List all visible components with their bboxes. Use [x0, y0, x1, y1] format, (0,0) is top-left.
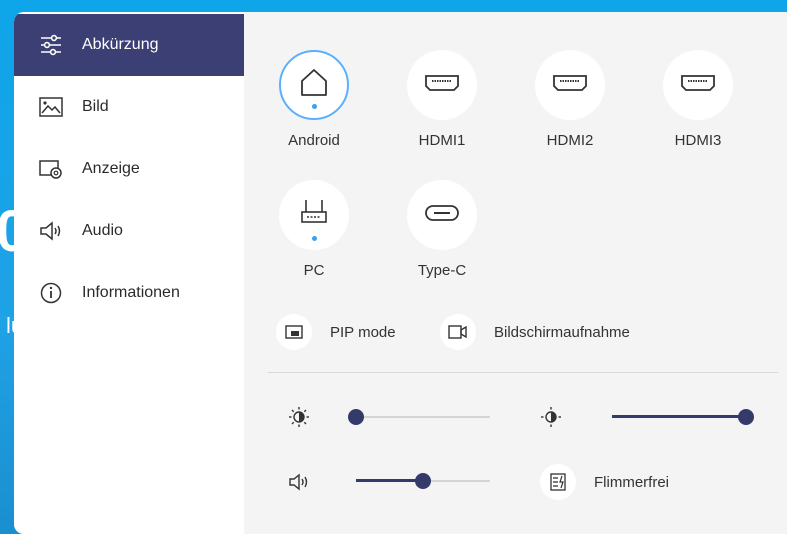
usb-c-icon [424, 204, 460, 227]
slider-thumb[interactable] [415, 473, 431, 489]
source-hdmi3[interactable]: HDMI3 [658, 50, 738, 149]
hdmi-icon [424, 73, 460, 98]
sidebar-item-bild[interactable]: Bild [14, 76, 244, 138]
sidebar-item-label: Anzeige [82, 160, 140, 177]
home-icon [297, 66, 331, 105]
source-button[interactable] [663, 50, 733, 120]
hdmi-icon [680, 73, 716, 98]
sidebar-item-label: Audio [82, 222, 123, 239]
settings-panel: Abkürzung Bild Anzeige Audio Information… [14, 12, 787, 534]
sliders-icon [38, 32, 64, 58]
shortcut-main-area: Android HDMI1 HDMI2 HDMI3 PC Type-C PIP … [244, 12, 787, 534]
sidebar-item-label: Abkürzung [82, 36, 159, 53]
slider-thumb[interactable] [738, 409, 754, 425]
brightness-icon [288, 406, 310, 428]
pip-icon [276, 314, 312, 350]
volume-icon [288, 471, 310, 493]
source-button[interactable] [279, 180, 349, 250]
contrast-icon [540, 406, 562, 428]
contrast-slider[interactable] [612, 407, 754, 427]
hdmi-icon [552, 73, 588, 98]
sidebar-item-anzeige[interactable]: Anzeige [14, 138, 244, 200]
pip-mode-button[interactable]: PIP mode [276, 314, 396, 350]
source-android[interactable]: Android [274, 50, 354, 149]
pip-label: PIP mode [330, 323, 396, 341]
sidebar-item-label: Informationen [82, 284, 180, 301]
flicker-free-button[interactable]: Flimmerfrei [540, 464, 669, 500]
source-label: HDMI3 [674, 132, 722, 149]
source-pc[interactable]: PC [274, 180, 354, 279]
screen-capture-label: Bildschirmaufnahme [494, 323, 630, 341]
sidebar-item-abkuerzung[interactable]: Abkürzung [14, 14, 244, 76]
source-label: Type-C [417, 262, 467, 279]
volume-slider[interactable] [356, 471, 490, 491]
source-label: Android [288, 132, 340, 149]
active-indicator [311, 104, 317, 109]
source-label: HDMI1 [418, 132, 466, 149]
sidebar-item-informationen[interactable]: Informationen [14, 262, 244, 324]
speaker-icon [38, 218, 64, 244]
info-icon [38, 280, 64, 306]
source-button[interactable] [535, 50, 605, 120]
sidebar-item-label: Bild [82, 98, 109, 115]
sidebar: Abkürzung Bild Anzeige Audio Information… [14, 12, 244, 534]
screen-capture-button[interactable]: Bildschirmaufnahme [440, 314, 630, 350]
source-button[interactable] [407, 180, 477, 250]
source-type-c[interactable]: Type-C [402, 180, 482, 279]
source-button[interactable] [407, 50, 477, 120]
source-hdmi1[interactable]: HDMI1 [402, 50, 482, 149]
source-hdmi2[interactable]: HDMI2 [530, 50, 610, 149]
active-indicator [311, 236, 317, 241]
slider-thumb[interactable] [348, 409, 364, 425]
sidebar-item-audio[interactable]: Audio [14, 200, 244, 262]
source-label: PC [303, 262, 325, 279]
flicker-free-label: Flimmerfrei [594, 473, 669, 491]
source-button[interactable] [279, 50, 349, 120]
brightness-slider[interactable] [348, 407, 490, 427]
display-settings-icon [38, 156, 64, 182]
screen-capture-icon [440, 314, 476, 350]
divider [268, 372, 778, 373]
pc-module-icon [297, 196, 331, 235]
image-icon [38, 94, 64, 120]
source-label: HDMI2 [546, 132, 594, 149]
flicker-free-icon [540, 464, 576, 500]
